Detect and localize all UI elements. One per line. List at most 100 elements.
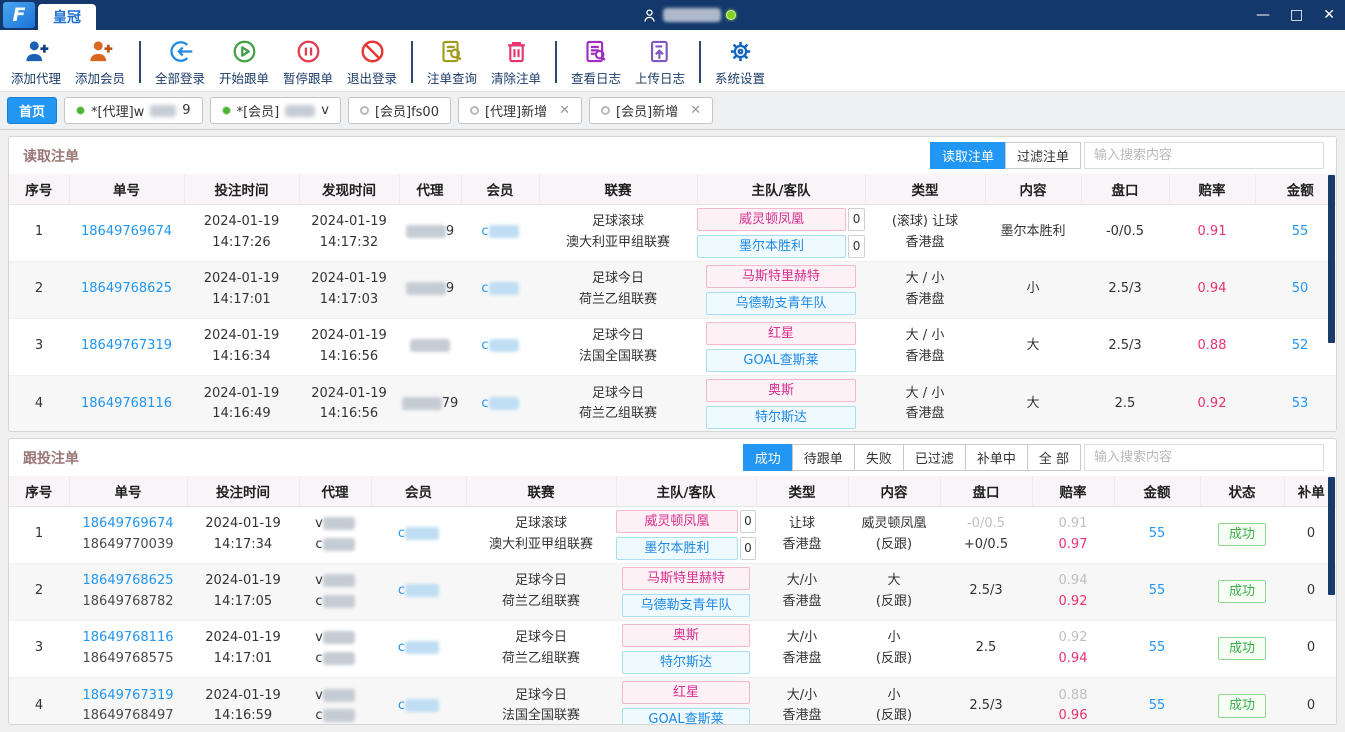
seq-cell: 3 (9, 620, 69, 677)
username-masked (663, 8, 721, 22)
add-agent-button[interactable]: 添加代理 (4, 36, 68, 87)
cell-text: 2024-01-19 (204, 386, 280, 401)
order-link[interactable]: 18649767319 (81, 338, 172, 353)
away-team-box: GOAL查斯莱 (706, 349, 856, 372)
agent-cell: 9 (399, 204, 461, 261)
order-link[interactable]: 18649769674 (83, 516, 174, 531)
upload-log-button[interactable]: 上传日志 (628, 36, 692, 87)
odds-cell: 0.940.92 (1032, 563, 1114, 620)
order-link[interactable]: 18649768625 (81, 281, 172, 296)
order-link[interactable]: 18649768625 (83, 573, 174, 588)
odds-cell: 0.880.96 (1032, 677, 1114, 725)
bet-query-button[interactable]: 注单查询 (420, 36, 484, 87)
cell-text: 2024-01-19 (311, 214, 387, 229)
tab-member-fs00[interactable]: [会员]fs00 (348, 97, 451, 124)
cell-text: (反跟) (876, 594, 912, 609)
filter-filtered-button[interactable]: 已过滤 (903, 444, 966, 471)
table-row[interactable]: 1186497696742024-01-1914:17:262024-01-19… (9, 204, 1337, 261)
toolbar-label: 注单查询 (427, 68, 477, 87)
col-odds: 赔率 (1169, 174, 1255, 204)
agent-cell: 9 (399, 261, 461, 318)
table-row[interactable]: 118649769674186497700392024-01-1914:17:3… (9, 506, 1337, 563)
filter-resupply-button[interactable]: 补单中 (965, 444, 1028, 471)
member-cell: c (371, 620, 466, 677)
order-link[interactable]: 18649768116 (81, 396, 172, 411)
status-badge: 成功 (1218, 637, 1266, 661)
order-link[interactable]: 18649768116 (83, 630, 174, 645)
filter-failed-button[interactable]: 失败 (854, 444, 904, 471)
cell-text: 威灵顿凤凰 (861, 516, 926, 531)
tab-label: 首页 (19, 101, 45, 120)
cell-text: 荷兰乙组联赛 (579, 406, 657, 421)
tab-label: 9 (182, 103, 190, 118)
order-link[interactable]: 18649769674 (81, 224, 172, 239)
cell-text: 2024-01-19 (311, 271, 387, 286)
cell-text: c (481, 224, 488, 239)
order-followed: 18649768782 (83, 594, 174, 609)
cell-text: 2024-01-19 (205, 688, 281, 703)
tab-close-icon[interactable]: ✕ (690, 103, 701, 118)
tab-agent-1[interactable]: *[代理]w 9 (64, 97, 203, 124)
logout-button[interactable]: 退出登录 (340, 36, 404, 87)
tab-label: *[代理]w (91, 101, 144, 120)
cell-text: 足球今日 (592, 386, 644, 401)
filter-success-button[interactable]: 成功 (743, 444, 793, 471)
resupply-cell: 0 (1284, 677, 1337, 725)
view-log-icon (583, 38, 610, 65)
tab-close-icon[interactable]: ✕ (559, 103, 570, 118)
table-row[interactable]: 318649768116186497685752024-01-1914:17:0… (9, 620, 1337, 677)
table-row[interactable]: 4186497681162024-01-1914:16:492024-01-19… (9, 375, 1337, 432)
start-follow-button[interactable]: 开始跟单 (212, 36, 276, 87)
cell-text: 0.88 (1198, 338, 1227, 353)
table-row[interactable]: 218649768625186497687822024-01-1914:17:0… (9, 563, 1337, 620)
tab-member-1[interactable]: *[会员]v (210, 97, 341, 124)
cell-text: 大/小 (787, 573, 817, 588)
away-team-box: 乌德勒支青年队 (622, 594, 750, 617)
table-row[interactable]: 3186497673192024-01-1914:16:342024-01-19… (9, 318, 1337, 375)
user-info[interactable] (641, 0, 736, 30)
table-row[interactable]: 2186497686252024-01-1914:17:012024-01-19… (9, 261, 1337, 318)
content-cell: 威灵顿凤凰(反跟) (848, 506, 940, 563)
login-all-button[interactable]: 全部登录 (148, 36, 212, 87)
cell-text: 14:17:01 (212, 292, 270, 307)
cell-text: (滚球) 让球 (892, 214, 958, 229)
settings-button[interactable]: 系统设置 (708, 36, 772, 87)
tab-agent-new[interactable]: [代理]新增 ✕ (458, 97, 582, 124)
read-scrollbar-thumb[interactable] (1328, 175, 1335, 343)
follow-search-input[interactable] (1084, 444, 1324, 471)
follow-scrollbar-thumb[interactable] (1328, 477, 1335, 595)
app-logo-icon: F (3, 2, 35, 28)
cell-text: (反跟) (876, 651, 912, 666)
order-cell: 18649768625 18649768782 (69, 563, 187, 620)
filter-bets-button[interactable]: 过滤注单 (1005, 142, 1081, 169)
filter-all-button[interactable]: 全 部 (1027, 444, 1081, 471)
app-tab-crown[interactable]: 皇冠 (38, 4, 96, 30)
minimize-button[interactable]: — (1256, 8, 1270, 22)
tab-member-new[interactable]: [会员]新增 ✕ (589, 97, 713, 124)
view-log-button[interactable]: 查看日志 (564, 36, 628, 87)
maximize-button[interactable]: □ (1290, 8, 1303, 22)
read-search-input[interactable] (1084, 142, 1324, 169)
cell-text: 大 / 小 (906, 271, 945, 286)
pause-follow-button[interactable]: 暂停跟单 (276, 36, 340, 87)
col-agent: 代理 (399, 174, 461, 204)
tab-home[interactable]: 首页 (7, 97, 57, 124)
table-row[interactable]: 418649767319186497684972024-01-1914:16:5… (9, 677, 1337, 725)
away-score: 0 (848, 235, 865, 258)
cell-text: c (398, 640, 405, 655)
read-bets-button[interactable]: 读取注单 (930, 142, 1006, 169)
cell-text: 2024-01-19 (204, 328, 280, 343)
order-followed: 18649770039 (83, 537, 174, 552)
home-team-box: 红星 (706, 322, 856, 345)
cell-text: 香港盘 (782, 537, 821, 552)
pause-follow-icon (295, 38, 322, 65)
away-team-box: 乌德勒支青年队 (706, 292, 856, 315)
order-link[interactable]: 18649767319 (83, 688, 174, 703)
offline-dot-icon (360, 106, 369, 115)
add-member-button[interactable]: 添加会员 (68, 36, 132, 87)
follow-bets-table: 序号 单号 投注时间 代理 会员 联赛 主队/客队 类型 内容 盘口 赔率 金额… (9, 476, 1337, 725)
filter-pending-button[interactable]: 待跟单 (792, 444, 855, 471)
seq-cell: 2 (9, 563, 69, 620)
close-button[interactable]: ✕ (1323, 8, 1335, 22)
clear-bets-button[interactable]: 清除注单 (484, 36, 548, 87)
